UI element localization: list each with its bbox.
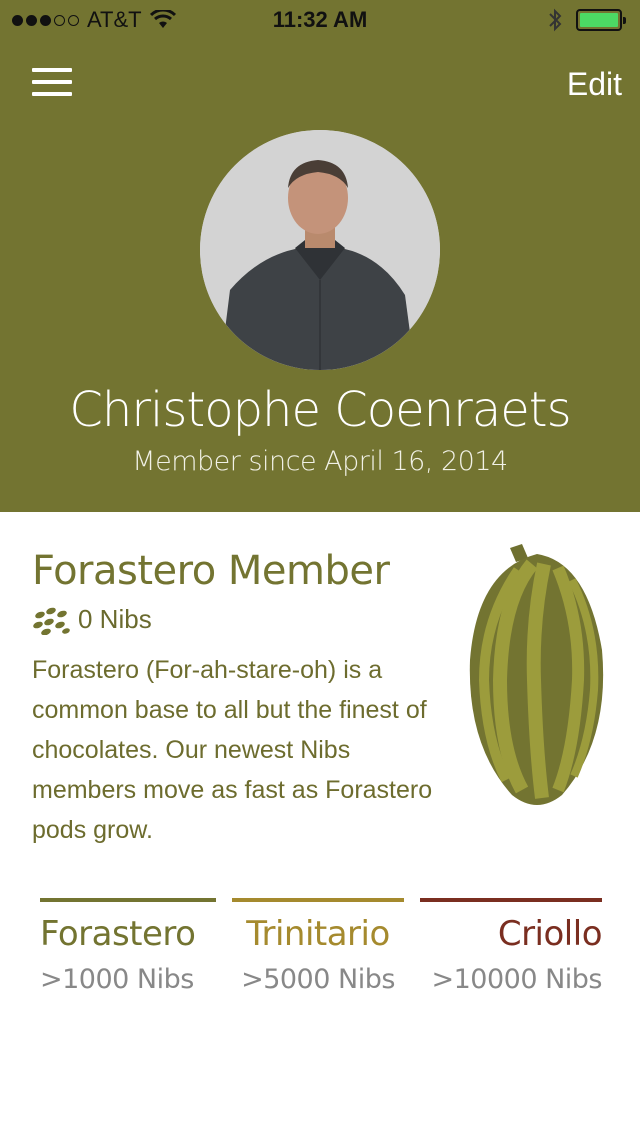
nibs-count-row: 0 Nibs (32, 604, 152, 635)
cacao-pod-icon (469, 544, 604, 805)
nibs-icon (33, 607, 70, 635)
profile-header: AT&T 11:32 AM Edit Christophe Coenraets … (0, 0, 640, 512)
membership-description: Forastero (For-ah-stare-oh) is a common … (32, 656, 433, 844)
level-bar (40, 898, 216, 902)
level-criollo: Criollo >10000 Nibs (420, 898, 603, 1008)
bluetooth-icon (549, 8, 562, 32)
level-forastero: Forastero >1000 Nibs (40, 898, 216, 1008)
status-bar: AT&T 11:32 AM (0, 0, 640, 40)
avatar (200, 130, 440, 370)
level-name: Trinitario (246, 914, 390, 954)
membership-title: Forastero Member (32, 548, 390, 594)
level-requirement: >5000 Nibs (241, 964, 395, 995)
nibs-count: 0 Nibs (78, 604, 152, 634)
status-time: 11:32 AM (272, 7, 368, 32)
membership-levels: Forastero >1000 Nibs Trinitario >5000 Ni… (40, 898, 603, 1008)
profile-name: Christophe Coenraets (69, 382, 571, 438)
level-bar (420, 898, 602, 902)
level-trinitario: Trinitario >5000 Nibs (232, 898, 404, 1008)
level-name: Criollo (497, 914, 603, 954)
status-right-area (548, 8, 626, 32)
level-bar (232, 898, 404, 902)
member-since: Member since April 16, 2014 (132, 446, 508, 477)
edit-button[interactable]: Edit (567, 66, 622, 103)
level-requirement: >1000 Nibs (40, 964, 194, 995)
level-requirement: >10000 Nibs (431, 964, 602, 995)
hamburger-menu-icon[interactable] (32, 68, 72, 100)
battery-fill (580, 13, 618, 27)
battery-icon (576, 9, 626, 31)
level-name: Forastero (40, 914, 196, 954)
